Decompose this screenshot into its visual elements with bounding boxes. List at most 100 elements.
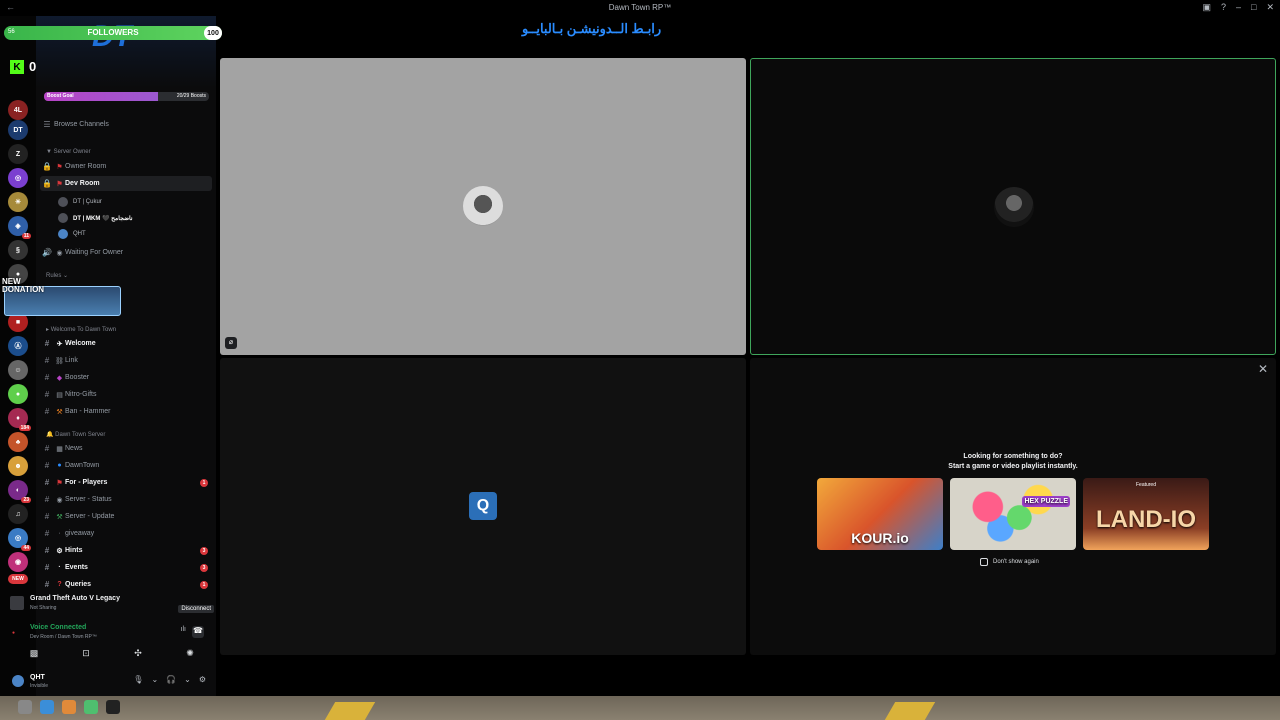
boost-goal-label: Boost Goal xyxy=(47,93,74,99)
channel-label: giveaway xyxy=(65,530,95,537)
avatar[interactable] xyxy=(12,675,24,687)
help-icon[interactable]: ? xyxy=(1221,2,1226,13)
server-icon[interactable]: ● xyxy=(8,384,28,404)
taskbar xyxy=(0,696,1280,720)
user-controls: 🎙 ⌄ 🎧 ⌄ ⚙ xyxy=(133,675,206,684)
channel-dawntown[interactable]: # ● DawnTown xyxy=(40,458,212,473)
camera-icon[interactable]: ▩ xyxy=(14,648,54,659)
video-tile[interactable]: Q xyxy=(220,358,746,655)
voice-location[interactable]: Dev Room / Dawn Town RP™ xyxy=(30,634,97,640)
server-icon[interactable]: ☺ xyxy=(8,360,28,380)
server-icon[interactable]: ☀ xyxy=(8,192,28,212)
stage-header: رابـط الــدونيشـن بـالبايــو xyxy=(216,16,1280,56)
channel-giveaway[interactable]: # · giveaway xyxy=(40,526,212,541)
close-window-icon[interactable]: ✕ xyxy=(1266,2,1274,13)
category-server-owner[interactable]: ▼ Server Owner xyxy=(46,149,91,155)
browse-channels[interactable]: ☰ Browse Channels xyxy=(40,117,212,132)
app-icon[interactable] xyxy=(18,700,32,714)
server-icon[interactable]: ♫ xyxy=(8,504,28,524)
channel-waiting-for-owner[interactable]: 🔊 ◉ Waiting For Owner xyxy=(40,245,212,260)
voice-connected-label[interactable]: Voice Connected xyxy=(30,624,86,631)
link-icon: ⛓ xyxy=(55,357,64,365)
channel-label: Nitro-Gifts xyxy=(65,391,97,398)
voice-user[interactable]: DT | Çukur xyxy=(58,197,102,207)
tool-icon: ⚒ xyxy=(56,513,63,521)
channel-server-status[interactable]: # ◉ Server - Status xyxy=(40,492,212,507)
channel-for-players[interactable]: # ⚑ For - Players 1 xyxy=(40,475,212,490)
channel-welcome[interactable]: # ✈ Welcome xyxy=(40,336,212,351)
dont-show-again-checkbox[interactable]: Don't show again xyxy=(980,558,1039,566)
voice-user[interactable]: DT | MKM 🖤 ناضجامح xyxy=(58,213,133,223)
chevron-down-icon[interactable]: ⌄ xyxy=(151,675,158,684)
disconnect-button[interactable]: Disconnect xyxy=(178,605,214,613)
category-label: Dawn Town Server xyxy=(55,432,106,438)
voice-user-name: QHT xyxy=(73,231,86,237)
game-card-land-io[interactable]: Featured LAND-IO xyxy=(1083,478,1209,550)
server-icon[interactable]: ◐ 23 xyxy=(8,480,31,503)
channel-server-update[interactable]: # ⚒ Server - Update xyxy=(40,509,212,524)
app-icon[interactable] xyxy=(62,700,76,714)
channel-label: For - Players xyxy=(65,479,108,486)
maximize-icon[interactable]: □ xyxy=(1251,2,1256,13)
dot-icon: · xyxy=(58,530,61,537)
channel-booster[interactable]: # ◆ Booster xyxy=(40,370,212,385)
chevron-down-icon[interactable]: ⌄ xyxy=(184,675,191,684)
activities-icon[interactable]: ✣ xyxy=(118,648,158,659)
video-tile-speaking[interactable] xyxy=(750,58,1276,355)
server-icon[interactable]: ◉ xyxy=(8,552,28,572)
server-icon[interactable]: ◎ xyxy=(8,168,28,188)
channel-nitro-gifts[interactable]: # ▤ Nitro-Gifts xyxy=(40,387,212,402)
category-dawn-town-server[interactable]: 🔔 Dawn Town Server xyxy=(46,431,105,438)
server-icon[interactable]: § xyxy=(8,240,28,260)
server-icon[interactable]: ◎ 44 xyxy=(8,528,31,551)
category-welcome[interactable]: ▸ Welcome To Dawn Town xyxy=(46,326,116,333)
channel-dev-room[interactable]: 🔒 ⚑ Dev Room xyxy=(40,176,212,191)
disconnect-call-icon[interactable]: ☎ xyxy=(192,626,204,638)
channel-ban-hammer[interactable]: # ⚒ Ban - Hammer xyxy=(40,404,212,419)
boost-goal-bar[interactable]: Boost Goal 20/29 Boosts xyxy=(44,92,209,101)
microphone-icon[interactable]: 🎙 xyxy=(133,675,143,684)
voice-user[interactable]: QHT xyxy=(58,229,86,239)
channel-news[interactable]: # ▦ News xyxy=(40,441,212,456)
inbox-icon[interactable]: ▣ xyxy=(1202,2,1211,13)
server-icon[interactable]: 4L xyxy=(8,100,28,120)
checkbox[interactable] xyxy=(980,558,988,566)
news-icon: ▦ xyxy=(56,445,63,453)
server-icon[interactable]: Z xyxy=(8,144,28,164)
soundboard-icon[interactable]: ✺ xyxy=(170,648,210,659)
channel-link[interactable]: # ⛓ Link xyxy=(40,353,212,368)
channel-events[interactable]: # · Events 3 xyxy=(40,560,212,575)
game-card-hex-puzzle[interactable]: HEX PUZZLE xyxy=(950,478,1076,550)
app-icon[interactable] xyxy=(84,700,98,714)
screen-share-icon[interactable]: ⊡ xyxy=(66,648,106,659)
video-tile[interactable]: ⌀ xyxy=(220,58,746,355)
channel-queries[interactable]: #? Queries 1 xyxy=(40,577,212,592)
game-card-kour[interactable]: KOUR.io xyxy=(817,478,943,550)
hash-icon: # xyxy=(44,512,50,521)
server-icon[interactable]: ◈ 11 xyxy=(8,216,31,239)
hash-icon: # xyxy=(44,390,50,399)
server-icon[interactable]: DT xyxy=(8,120,28,140)
voice-action-bar: ▩ ⊡ ✣ ✺ xyxy=(8,645,216,661)
category-label: Welcome To Dawn Town xyxy=(50,327,117,333)
minimize-icon[interactable]: – xyxy=(1236,2,1241,13)
hash-icon: # xyxy=(44,580,50,589)
close-icon[interactable]: ✕ xyxy=(1258,362,1268,376)
app-icon[interactable] xyxy=(106,700,120,714)
channel-hints[interactable]: # ⚙ Hints 3 xyxy=(40,543,212,558)
prompt-line: Looking for something to do? xyxy=(963,453,1063,460)
server-icon[interactable]: ☻ xyxy=(8,456,28,476)
noise-suppression-icon[interactable]: ılı xyxy=(181,626,186,633)
app-icon[interactable] xyxy=(40,700,54,714)
headphones-icon[interactable]: 🎧 xyxy=(166,675,176,684)
flag-icon: ⚑ xyxy=(56,180,63,188)
mention-badge: 1 xyxy=(200,478,208,487)
username[interactable]: QHT xyxy=(30,674,45,681)
kick-logo-icon: K xyxy=(10,60,24,74)
server-icon[interactable]: ♣ xyxy=(8,432,28,452)
gear-icon[interactable]: ⚙ xyxy=(199,675,206,684)
server-icon[interactable]: Ⓐ xyxy=(8,336,28,356)
channel-owner-room[interactable]: 🔒 ⚑ Owner Room xyxy=(40,159,212,174)
game-name: Grand Theft Auto V Legacy xyxy=(30,595,120,602)
server-icon[interactable]: ♦ 184 xyxy=(8,408,31,431)
